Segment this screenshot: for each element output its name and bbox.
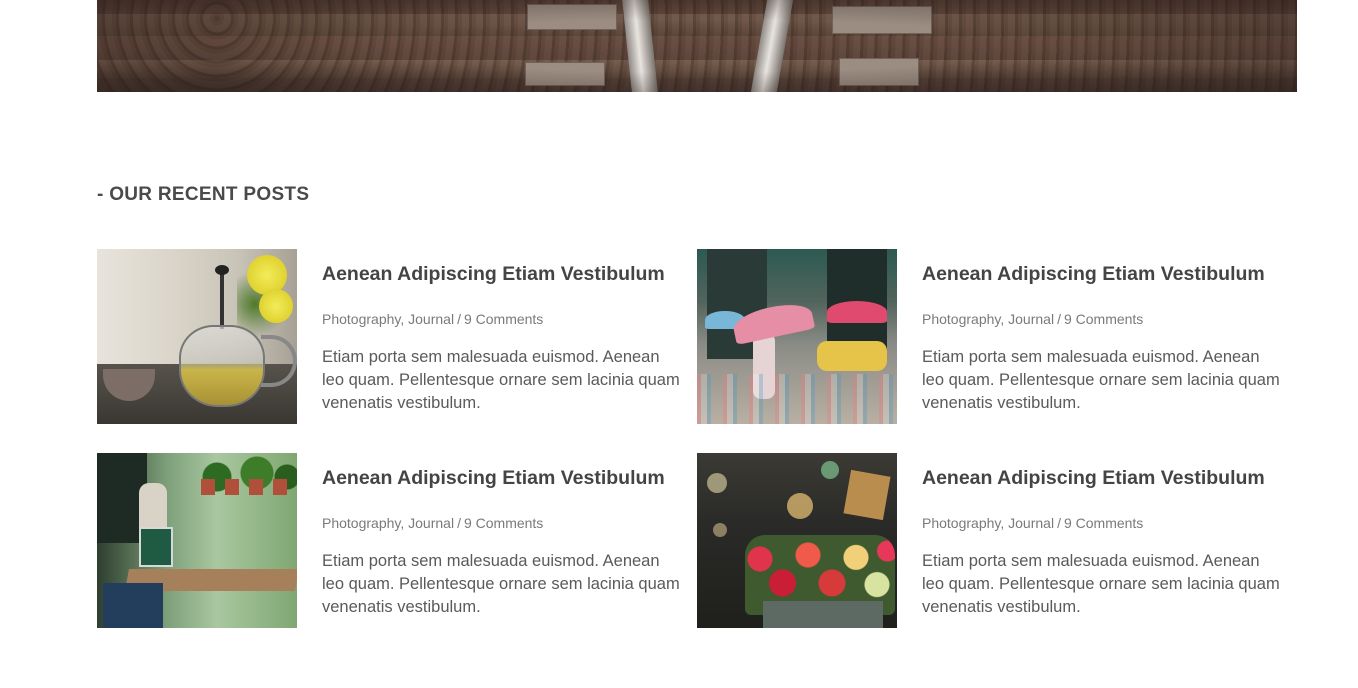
category-comma: , [1000,515,1009,531]
teapot-shape [179,325,265,407]
category-link[interactable]: Photography [922,515,1000,531]
umbrella-shape [827,301,887,323]
flower-shape [259,289,293,323]
post-thumbnail[interactable] [97,249,297,424]
post-thumbnail[interactable] [97,453,297,628]
section-title: - OUR RECENT POSTS [97,184,310,205]
post-excerpt: Etiam porta sem malesuada euismod. Aenea… [922,552,1280,616]
post-meta: Photography, Journal/9 Comments [922,311,1282,327]
bokeh-light-shape [713,523,727,537]
post-excerpt: Etiam porta sem malesuada euismod. Aenea… [322,348,680,412]
post-body: Aenean Adipiscing Etiam Vestibulum Photo… [922,263,1282,415]
post-card: Aenean Adipiscing Etiam Vestibulum Photo… [97,249,697,424]
meta-separator: / [457,515,461,531]
post-body: Aenean Adipiscing Etiam Vestibulum Photo… [322,467,682,619]
post-excerpt: Etiam porta sem malesuada euismod. Aenea… [322,552,680,616]
post-meta: Photography, Journal/9 Comments [322,311,682,327]
bokeh-light-shape [787,493,813,519]
post-card: Aenean Adipiscing Etiam Vestibulum Photo… [697,249,1297,424]
bucket-shape [763,601,883,628]
category-comma: , [400,311,409,327]
chair-shape [103,583,163,628]
category-link[interactable]: Journal [408,311,454,327]
category-link[interactable]: Journal [1008,311,1054,327]
flower-pots-shape [201,479,291,495]
hero-banner-image [97,0,1297,92]
category-comma: , [400,515,409,531]
meta-separator: / [1057,515,1061,531]
comments-link[interactable]: 9 Comments [464,515,543,531]
press-knob-shape [215,265,229,275]
post-thumbnail[interactable] [697,249,897,424]
taxi-shape [817,341,887,371]
comments-link[interactable]: 9 Comments [1064,311,1143,327]
image-vignette [97,0,1297,92]
post-thumbnail[interactable] [697,453,897,628]
post-card: Aenean Adipiscing Etiam Vestibulum Photo… [97,453,697,628]
meta-separator: / [1057,311,1061,327]
price-sign-shape [843,469,891,521]
bokeh-light-shape [821,461,839,479]
comments-link[interactable]: 9 Comments [1064,515,1143,531]
post-title-link[interactable]: Aenean Adipiscing Etiam Vestibulum [322,263,682,286]
post-body: Aenean Adipiscing Etiam Vestibulum Photo… [322,263,682,415]
post-body: Aenean Adipiscing Etiam Vestibulum Photo… [922,467,1282,619]
post-meta: Photography, Journal/9 Comments [922,515,1282,531]
category-link[interactable]: Photography [322,311,400,327]
post-title-link[interactable]: Aenean Adipiscing Etiam Vestibulum [922,263,1282,286]
post-excerpt: Etiam porta sem malesuada euismod. Aenea… [922,348,1280,412]
comments-link[interactable]: 9 Comments [464,311,543,327]
category-link[interactable]: Photography [922,311,1000,327]
post-title-link[interactable]: Aenean Adipiscing Etiam Vestibulum [322,467,682,490]
meta-separator: / [457,311,461,327]
street-reflection-shape [697,374,897,424]
post-meta: Photography, Journal/9 Comments [322,515,682,531]
press-rod-shape [220,269,224,329]
post-card: Aenean Adipiscing Etiam Vestibulum Photo… [697,453,1297,628]
post-title-link[interactable]: Aenean Adipiscing Etiam Vestibulum [922,467,1282,490]
menu-sign-shape [139,527,173,567]
category-comma: , [1000,311,1009,327]
bokeh-light-shape [707,473,727,493]
category-link[interactable]: Photography [322,515,400,531]
category-link[interactable]: Journal [408,515,454,531]
category-link[interactable]: Journal [1008,515,1054,531]
